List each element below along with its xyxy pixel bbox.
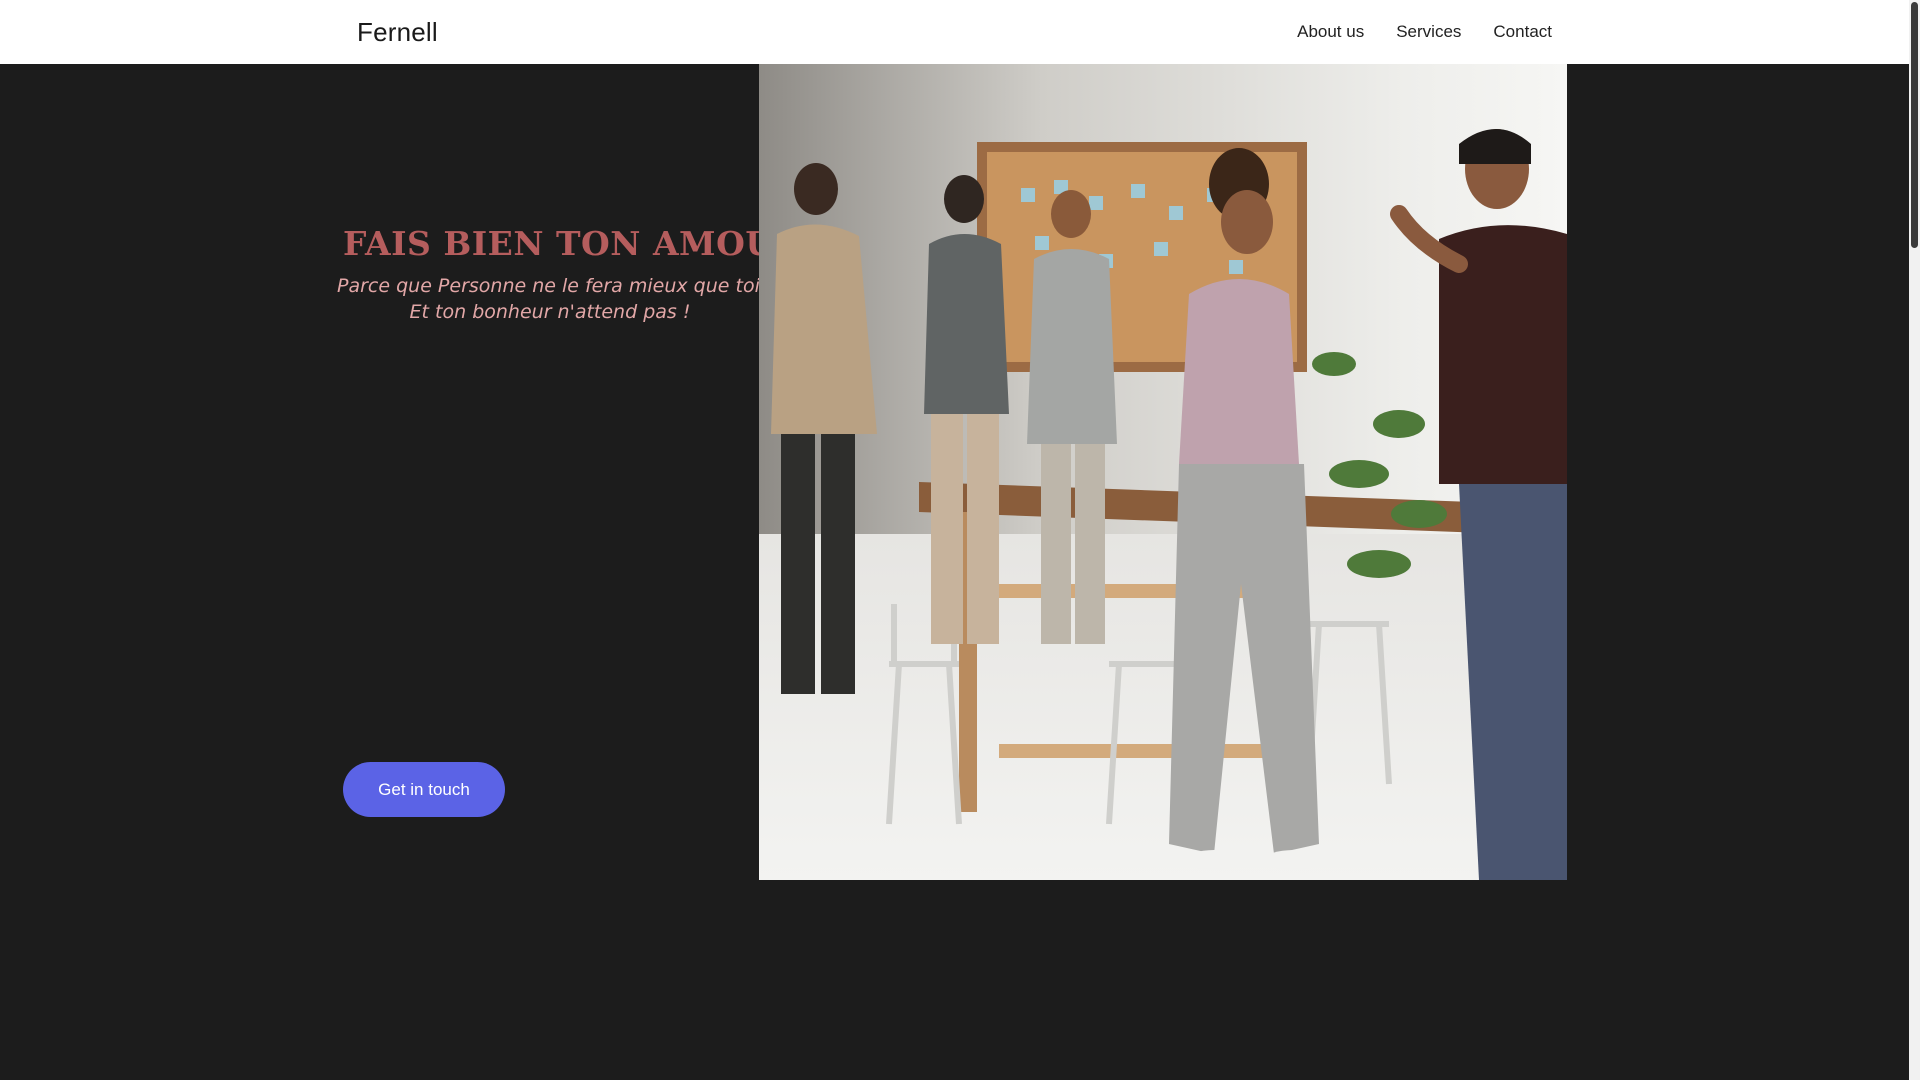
main-nav: About us Services Contact	[1297, 0, 1552, 64]
nav-about-us[interactable]: About us	[1297, 22, 1364, 42]
page: Fernell About us Services Contact FAIS B…	[0, 0, 1920, 1080]
hero-text-block: FAIS BIEN TON AMOUR ! Parce que Personne…	[337, 224, 830, 325]
hero-office-photo	[759, 64, 1567, 880]
scrollbar-thumb[interactable]	[1911, 2, 1918, 248]
nav-services[interactable]: Services	[1396, 22, 1461, 42]
hero-title: FAIS BIEN TON AMOUR !	[343, 224, 830, 263]
hero-subtitle-line-2: Et ton bonheur n'attend pas !	[409, 301, 691, 323]
office-scene-illustration	[759, 64, 1567, 880]
hero-subtitle-line-1: Parce que Personne ne le fera mieux que …	[337, 275, 778, 297]
site-header: Fernell About us Services Contact	[0, 0, 1909, 64]
get-in-touch-button[interactable]: Get in touch	[343, 762, 505, 817]
page-scrollbar[interactable]	[1909, 0, 1920, 1080]
nav-contact[interactable]: Contact	[1493, 22, 1552, 42]
brand-logo-link[interactable]: Fernell	[357, 17, 438, 48]
hero-subtitle: Parce que Personne ne le fera mieux que …	[337, 273, 778, 325]
